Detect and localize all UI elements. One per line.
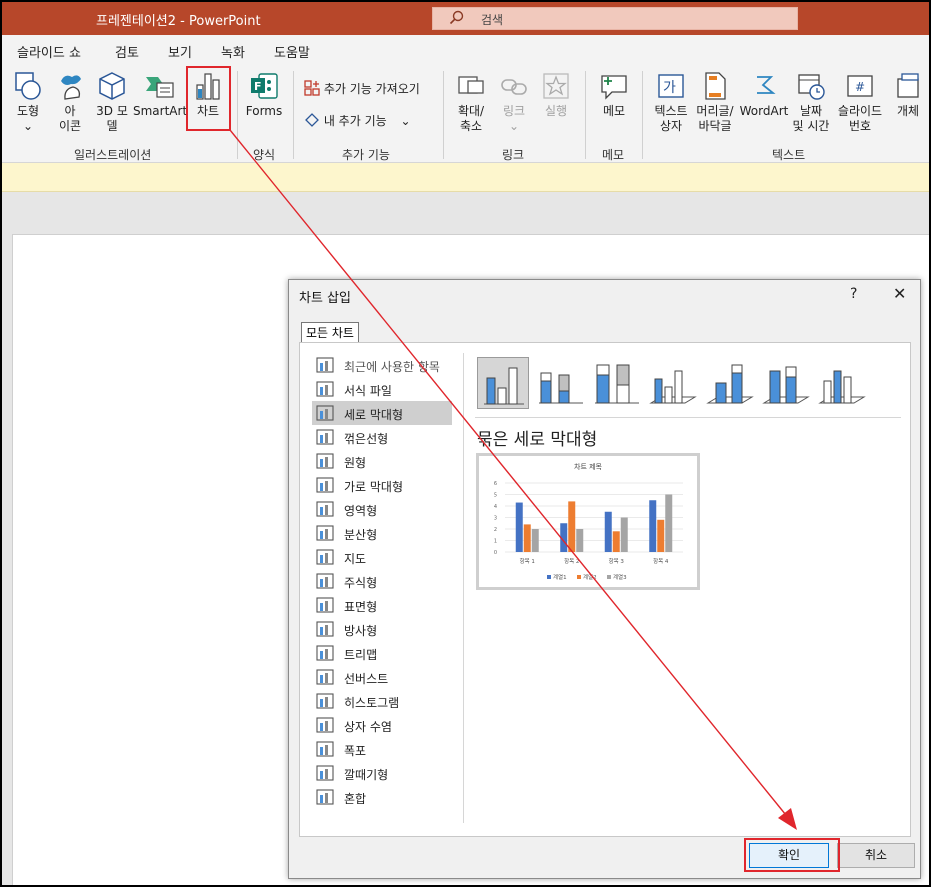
app-window: 프레젠테이션2 - PowerPoint 검색 슬라이드 쇼 검토 보기 녹화 … xyxy=(0,0,931,887)
annotation-arrow xyxy=(229,129,797,830)
